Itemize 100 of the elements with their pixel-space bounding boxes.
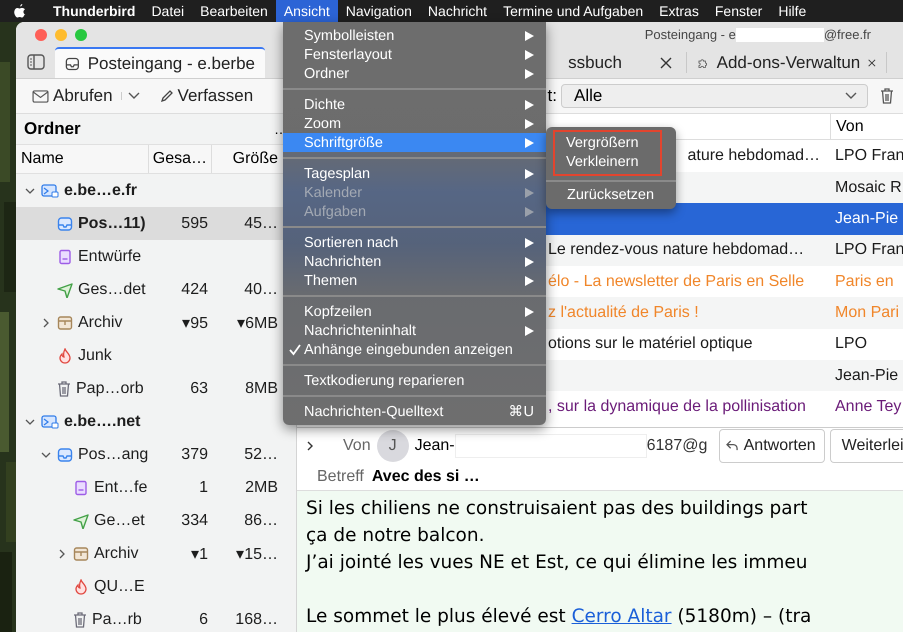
message-count: 334 [181,512,208,528]
menu-bar-item[interactable]: Ansicht [276,0,338,22]
sidebar-toggle-icon[interactable] [27,54,45,70]
menu-item[interactable]: Ordner [283,64,546,83]
menu-bar-item[interactable]: Nachricht [420,0,496,22]
trash-icon[interactable] [880,88,894,104]
pane-title: Ordner [24,119,81,139]
sender-address: 6187@g [646,436,708,455]
menu-item[interactable]: Schriftgröße [283,133,546,152]
menu-item[interactable]: Symbolleisten [283,26,546,45]
menu-item[interactable]: Zoom [283,114,546,133]
folder-name: Ge…et [94,512,145,530]
chevron-down-icon[interactable] [25,186,35,196]
trash-icon [73,612,87,628]
chevron-right-icon[interactable] [305,440,315,451]
message-count: ▾1 [191,546,208,562]
folder-row[interactable]: Archiv ▾1 ▾15… [16,537,296,570]
message-subject: Le rendez-vous nature hebdomad… [548,241,804,258]
folder-name: Pos…11) [78,214,146,232]
document-icon [73,480,89,496]
column-header[interactable]: Gesa… [148,145,212,173]
folder-row[interactable]: Pa…rb 6 168… [16,603,296,632]
folder-size: 52… [244,446,278,462]
apple-logo-icon[interactable] [12,2,27,20]
message-sender: Anne Tey [835,398,902,416]
window-title: Posteingang - e [644,27,736,42]
close-icon[interactable] [660,56,672,68]
window-title: @free.fr [824,27,871,42]
folder-size: 40… [244,280,278,298]
tab[interactable]: Posteingang - e.berbe [55,47,265,78]
paper-plane-icon [73,512,89,528]
chevron-down-icon[interactable] [25,416,35,426]
inbox-icon [57,216,73,232]
column-header[interactable]: Name [16,145,148,173]
message-subject: otions sur le matériel optique [548,335,753,352]
avatar: J [376,430,409,462]
envelope-icon [32,90,49,102]
trash-icon [57,380,71,396]
message-sender: Mon Pari [835,304,900,321]
menu-bar-item[interactable]: Datei [143,0,192,22]
message-sender: LPO Fran [835,241,903,258]
menu-bar-item[interactable]: Fenster [706,0,770,22]
chevron-down-icon[interactable] [120,92,140,100]
menu-item[interactable]: Zurücksetzen [546,186,676,205]
menu-bar-item[interactable]: Extras [651,0,707,22]
filter-dropdown[interactable]: Alle [561,84,868,108]
message-sender: Paris en [835,272,894,290]
folder-size: 168… [235,610,278,628]
menu-item[interactable]: Dichte [283,95,546,114]
pencil-icon [160,89,174,103]
menu-bar-item[interactable]: Termine und Aufgaben [495,0,652,22]
folder-row[interactable]: Pos…ang 379 52… [16,438,296,471]
subject-label: Betreff [317,468,364,486]
folder-row[interactable]: Ent…fe 1 2MB [16,471,296,504]
inbox-icon [65,56,80,72]
body-text: Si les chiliens ne construisaient pas des buildings part [306,496,808,521]
message-sender: LPO [835,335,868,352]
menu-item[interactable]: Verkleinern [555,153,660,172]
message-subject: Avec des si … [372,468,480,486]
menu-bar-item[interactable]: Bearbeiten [192,0,276,22]
folder-row[interactable]: Ge…et 334 86… [16,504,296,537]
folder-row[interactable]: QU…E [16,570,296,603]
reply-button[interactable]: Antworten [718,428,825,463]
menu-item[interactable]: Vergrößern [555,134,660,153]
menu-bar-item[interactable]: Hilfe [770,0,814,22]
filter-label: t: [548,86,557,106]
folder-size: 45… [244,214,278,232]
message-count: ▾95 [182,314,208,332]
chevron-right-icon[interactable] [57,548,67,558]
document-icon [57,248,73,264]
folder-size: ▾6MB [237,314,278,332]
folder-name: QU…E [94,578,145,596]
chevron-right-icon[interactable] [41,318,51,328]
box-icon [57,314,73,330]
folder-name: Pap…orb [76,380,144,398]
message-sender: LPO Fran [835,147,903,164]
close-icon[interactable] [868,56,876,68]
body-text: Le sommet le plus élevé est Cerro Altar (5180m) – (tra [306,604,812,629]
message-count: 63 [190,380,208,396]
folder-name: Pos…ang [78,446,148,464]
folder-name: Pa…rb [92,610,142,628]
paper-plane-icon [57,282,73,298]
folder-size: ▾15… [236,546,278,562]
account-icon [41,182,59,198]
compose-button[interactable]: Verfassen [156,84,258,108]
box-icon [73,546,89,562]
flame-icon [57,348,73,364]
folder-name: Junk [78,346,112,364]
get-messages-button[interactable]: Abrufen [28,84,117,108]
menu-bar-item[interactable]: Navigation [338,0,420,22]
folder-name: e.be….net [64,412,140,430]
menu-item[interactable]: Fensterlayout [283,45,546,64]
tab[interactable]: Add-ons-Verwaltun [687,52,887,73]
folder-name: e.be…e.fr [64,182,137,200]
column-header[interactable]: Von [830,114,903,140]
menu-bar-item[interactable]: Thunderbird [45,0,144,22]
forward-button[interactable]: Weiterlei [830,428,903,463]
message-subject: , sur la dynamique de la pollinisation [548,398,806,416]
link[interactable]: Cerro Altar [572,606,672,627]
chevron-down-icon[interactable] [41,450,51,460]
